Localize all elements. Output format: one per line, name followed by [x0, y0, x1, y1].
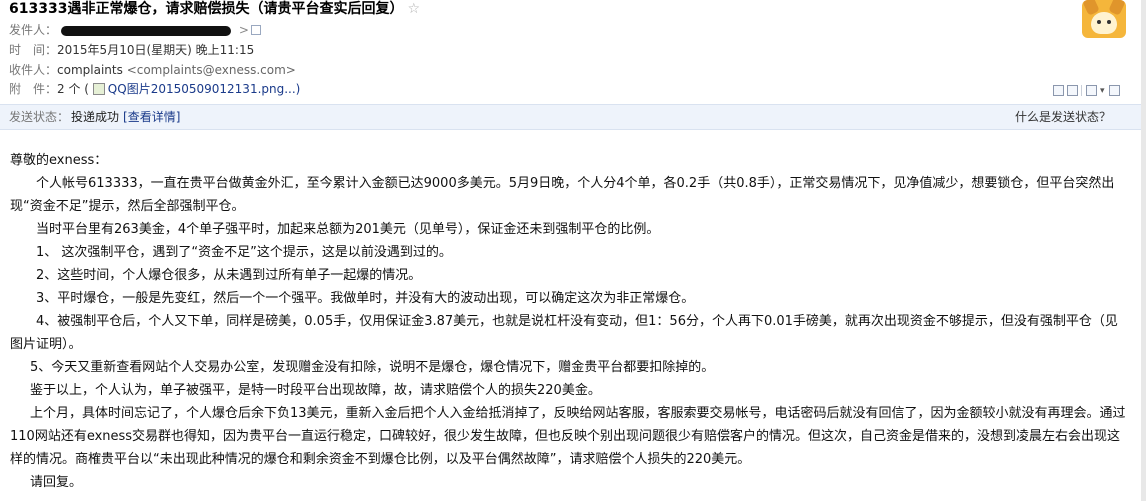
body-paragraph: 2、这些时间，个人爆仓很多，从未遇到过所有单子一起爆的情况。	[36, 268, 422, 283]
subject-text: 613333遇非正常爆仓，请求赔偿损失（请贵平台查实后回复）	[9, 1, 404, 17]
body-paragraph: 当时平台里有263美金，4个单子强平时，加起来总额为201美元（见单号），保证金…	[36, 222, 660, 237]
contact-card-icon[interactable]	[250, 25, 261, 35]
mail-toolbar: ▾	[1053, 80, 1123, 99]
redacted-sender	[61, 25, 232, 36]
from-row: 发件人： >	[9, 22, 261, 38]
attach-label: 附 件：	[9, 82, 58, 96]
new-window-icon[interactable]	[1053, 85, 1064, 96]
body-paragraph: 请回复。	[30, 475, 83, 490]
time-row: 时 间：2015年5月10日(星期天) 晚上11:15	[9, 42, 254, 58]
email-body: 尊敬的exness： 个人帐号613333，一直在贵平台做黄金外汇，至今累计入金…	[10, 149, 1128, 494]
attach-count: 2 个 (	[57, 82, 89, 96]
avatar-face	[1091, 12, 1117, 34]
toolbar-divider	[1081, 85, 1082, 96]
time-value: 2015年5月10日(星期天) 晚上11:15	[57, 43, 255, 57]
status-value: 投递成功	[71, 110, 120, 124]
chevron-down-icon[interactable]: ▾	[1100, 86, 1105, 96]
maximize-icon[interactable]	[1108, 85, 1120, 96]
avatar-eye	[1107, 20, 1111, 24]
body-paragraph: 上个月，具体时间忘记了，个人爆仓后余下负13美元，重新入金后把个人入金给抵消掉了…	[10, 406, 1126, 467]
print-icon[interactable]	[1086, 85, 1097, 96]
view-source-icon[interactable]	[1067, 85, 1078, 96]
from-label: 发件人：	[9, 23, 58, 37]
attachment-link[interactable]: QQ图片20150509012131.png...)	[108, 82, 301, 96]
status-left: 发送状态： 投递成功 [查看详情]	[9, 110, 180, 125]
scrollbar[interactable]	[1141, 0, 1146, 501]
to-name[interactable]: complaints	[57, 63, 123, 77]
body-paragraph: 3、平时爆仓，一般是先变红，然后一个一个强平。我做单时，并没有大的波动出现，可以…	[36, 291, 695, 306]
delivery-status-bar: 发送状态： 投递成功 [查看详情] 什么是发送状态？	[0, 104, 1146, 130]
body-paragraph: 5、今天又重新查看网站个人交易办公室，发现赠金没有扣除，说明不是爆仓，爆仓情况下…	[30, 360, 715, 375]
to-label: 收件人：	[9, 63, 58, 77]
body-paragraph: 1、 这次强制平仓，遇到了“资金不足”这个提示，这是以前没遇到过的。	[36, 245, 452, 260]
body-paragraph: 鉴于以上，个人认为，单子被强平，是特一时段平台出现故障，故，请求赔偿个人的损失2…	[30, 383, 601, 398]
attachment-row: 附 件：2 个 ( QQ图片20150509012131.png...)	[9, 81, 300, 97]
to-row: 收件人：complaints <complaints@exness.com>	[9, 62, 296, 78]
avatar-eye	[1097, 20, 1101, 24]
status-help-link[interactable]: 什么是发送状态？	[1015, 110, 1111, 125]
view-details-link[interactable]: [查看详情]	[123, 110, 180, 124]
body-paragraph: 4、被强制平仓后，个人又下单，同样是磅美，0.05手，仅用保证金3.87美元，也…	[10, 314, 1118, 352]
to-email: <complaints@exness.com>	[126, 63, 296, 77]
image-file-icon	[92, 83, 105, 95]
email-header: 613333遇非正常爆仓，请求赔偿损失（请贵平台查实后回复） ☆ 发件人： > 时…	[0, 0, 1146, 102]
greeting: 尊敬的exness：	[10, 153, 108, 168]
time-label: 时 间：	[9, 43, 58, 57]
avatar	[1082, 0, 1126, 38]
email-subject: 613333遇非正常爆仓，请求赔偿损失（请贵平台查实后回复） ☆	[9, 0, 420, 18]
body-paragraph: 个人帐号613333，一直在贵平台做黄金外汇，至今累计入金额已达9000多美元。…	[10, 176, 1115, 214]
status-label: 发送状态：	[9, 110, 70, 124]
star-icon[interactable]: ☆	[407, 1, 420, 17]
sender-arrow[interactable]: >	[239, 23, 249, 37]
